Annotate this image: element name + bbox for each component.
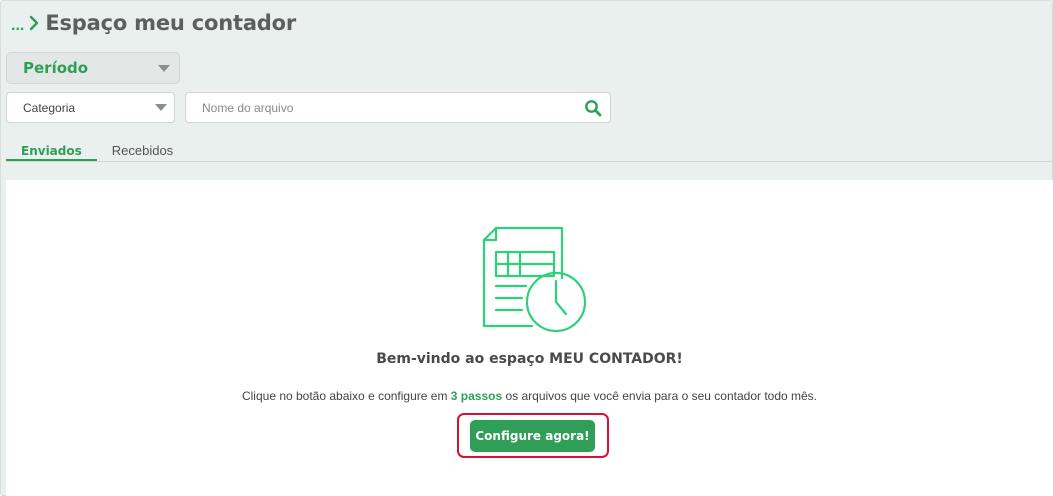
categoria-select[interactable]: Categoria bbox=[6, 92, 175, 123]
periodo-label: Período bbox=[23, 59, 89, 77]
search-input[interactable] bbox=[186, 93, 566, 122]
desc-text-after: os arquivos que você envia para o seu co… bbox=[502, 389, 818, 403]
welcome-description: Clique no botão abaixo e configure em 3 … bbox=[6, 389, 1053, 403]
search-icon[interactable] bbox=[584, 99, 602, 117]
configure-now-button[interactable]: Configure agora! bbox=[470, 420, 595, 452]
desc-highlight: 3 passos bbox=[450, 389, 503, 403]
periodo-select[interactable]: Período bbox=[6, 52, 180, 84]
tabs-divider bbox=[6, 161, 1053, 162]
spreadsheet-clock-icon bbox=[482, 226, 587, 333]
tab-recebidos[interactable]: Recebidos bbox=[97, 139, 188, 162]
app-window: ... Espaço meu contador Período Categori… bbox=[0, 0, 1053, 496]
desc-text-before: Clique no botão abaixo e configure em bbox=[241, 389, 451, 403]
welcome-heading: Bem-vindo ao espaço MEU CONTADOR! bbox=[376, 351, 683, 367]
search-box bbox=[185, 92, 611, 123]
categoria-label: Categoria bbox=[23, 100, 76, 115]
tab-enviados[interactable]: Enviados bbox=[6, 139, 97, 162]
tab-bar: Enviados Recebidos bbox=[6, 139, 188, 162]
caret-down-icon bbox=[158, 65, 170, 72]
content-panel: Bem-vindo ao espaço MEU CONTADOR! Clique… bbox=[6, 180, 1053, 496]
caret-down-icon bbox=[155, 104, 167, 111]
chevron-right-icon bbox=[30, 15, 39, 31]
page-title: Espaço meu contador bbox=[45, 11, 297, 35]
breadcrumb-ellipsis[interactable]: ... bbox=[11, 17, 24, 35]
header: ... Espaço meu contador bbox=[11, 9, 296, 37]
